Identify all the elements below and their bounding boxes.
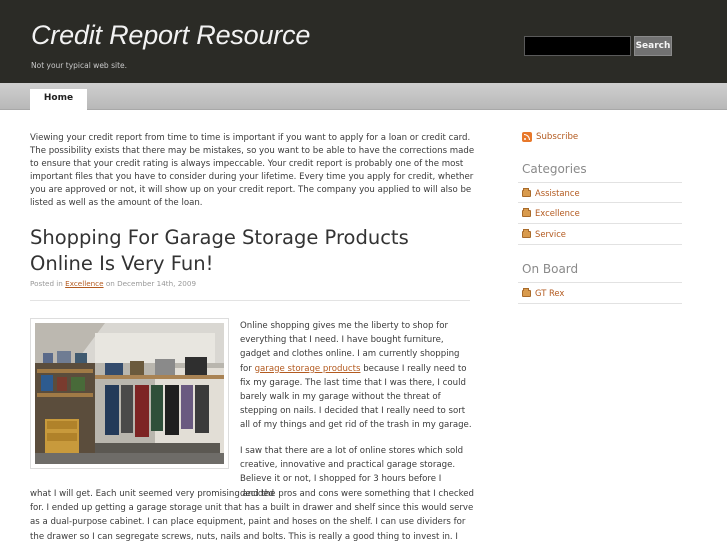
onboard-label: GT Rex [535,288,565,298]
category-label: Excellence [535,208,580,218]
onboard-divider [518,282,682,283]
nav-bar: Home [0,83,727,110]
rss-icon [522,132,532,142]
category-item-excellence[interactable]: Excellence [522,207,580,218]
site-header: Credit Report Resource Not your typical … [0,0,727,83]
category-label: Assistance [535,188,580,198]
post-meta-prefix: Posted in [30,279,63,288]
subscribe-link[interactable]: Subscribe [522,132,578,142]
folder-icon [522,228,531,238]
garage-storage-link[interactable]: garage storage products [255,364,361,374]
site-title[interactable]: Credit Report Resource [31,20,310,51]
category-divider [518,202,682,203]
intro-paragraph: Viewing your credit report from time to … [30,133,475,209]
search-input[interactable] [524,36,631,56]
subscribe-label: Subscribe [536,132,579,142]
category-item-assistance[interactable]: Assistance [522,187,580,198]
category-divider [518,244,682,245]
categories-divider [518,182,682,183]
post-paragraph-1: Online shopping gives me the liberty to … [240,319,472,433]
folder-icon [522,207,531,217]
category-label: Service [535,229,566,239]
search-button[interactable]: Search [634,36,672,56]
onboard-item-gt-rex[interactable]: GT Rex [522,287,565,298]
site-tagline: Not your typical web site. [31,61,128,70]
category-item-service[interactable]: Service [522,228,566,239]
onboard-heading: On Board [522,262,579,276]
post-divider [30,300,470,301]
categories-heading: Categories [522,162,587,176]
garage-photo [30,318,229,469]
garage-photo-icon [35,323,224,464]
post-title[interactable]: Shopping For Garage Storage Products Onl… [30,225,470,277]
post-category-link[interactable]: Excellence [65,279,103,288]
nav-tab-home[interactable]: Home [30,89,87,110]
folder-icon [522,187,531,197]
folder-icon [522,287,531,297]
post-paragraph-2-bottom: what I will get. Each unit seemed very p… [30,489,475,542]
post-meta: Posted in Excellence on December 14th, 2… [30,279,196,288]
category-divider [518,223,682,224]
post-date: on December 14th, 2009 [105,279,197,288]
onboard-item-divider [518,303,682,304]
